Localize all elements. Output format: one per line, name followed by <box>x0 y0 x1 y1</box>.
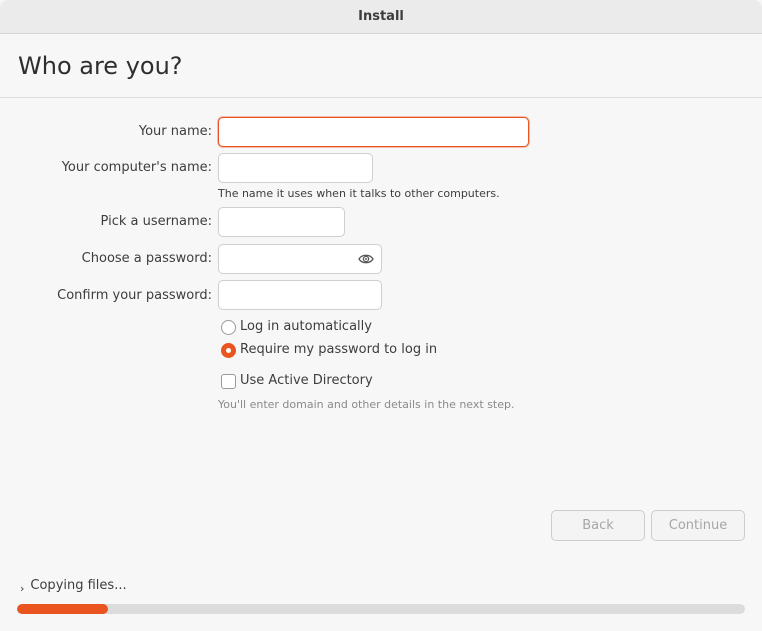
name-label: Your name: <box>138 124 212 139</box>
active-directory-checkbox[interactable] <box>221 374 236 389</box>
confirm-password-input[interactable] <box>218 280 382 310</box>
require-password-label[interactable]: Require my password to log in <box>240 342 437 358</box>
name-input[interactable] <box>218 117 529 147</box>
active-directory-hint: You'll enter domain and other details in… <box>218 398 515 411</box>
page-header: Who are you? <box>0 34 762 98</box>
username-input[interactable] <box>218 207 345 237</box>
computer-name-label: Your computer's name: <box>61 160 212 175</box>
progress-fill <box>17 604 108 614</box>
computer-name-hint: The name it uses when it talks to other … <box>218 187 500 200</box>
require-password-radio[interactable] <box>221 343 236 358</box>
login-automatically-label[interactable]: Log in automatically <box>240 319 372 335</box>
installer-window: Install Who are you? Your name: Your com… <box>0 0 762 631</box>
password-label: Choose a password: <box>81 251 212 266</box>
username-label: Pick a username: <box>100 214 212 229</box>
progress-expander[interactable]: › Copying files... <box>20 578 127 595</box>
continue-button[interactable]: Continue <box>651 510 745 541</box>
computer-name-input[interactable] <box>218 153 373 183</box>
progress-bar <box>17 604 745 614</box>
chevron-right-icon: › <box>20 582 25 595</box>
active-directory-label[interactable]: Use Active Directory <box>240 373 373 389</box>
window-title: Install <box>358 9 404 24</box>
back-button[interactable]: Back <box>551 510 645 541</box>
eye-icon[interactable] <box>358 252 374 266</box>
title-bar: Install <box>0 0 762 34</box>
progress-status: Copying files... <box>30 578 127 593</box>
page-title: Who are you? <box>18 52 183 80</box>
login-automatically-radio[interactable] <box>221 320 236 335</box>
confirm-password-label: Confirm your password: <box>57 288 212 303</box>
